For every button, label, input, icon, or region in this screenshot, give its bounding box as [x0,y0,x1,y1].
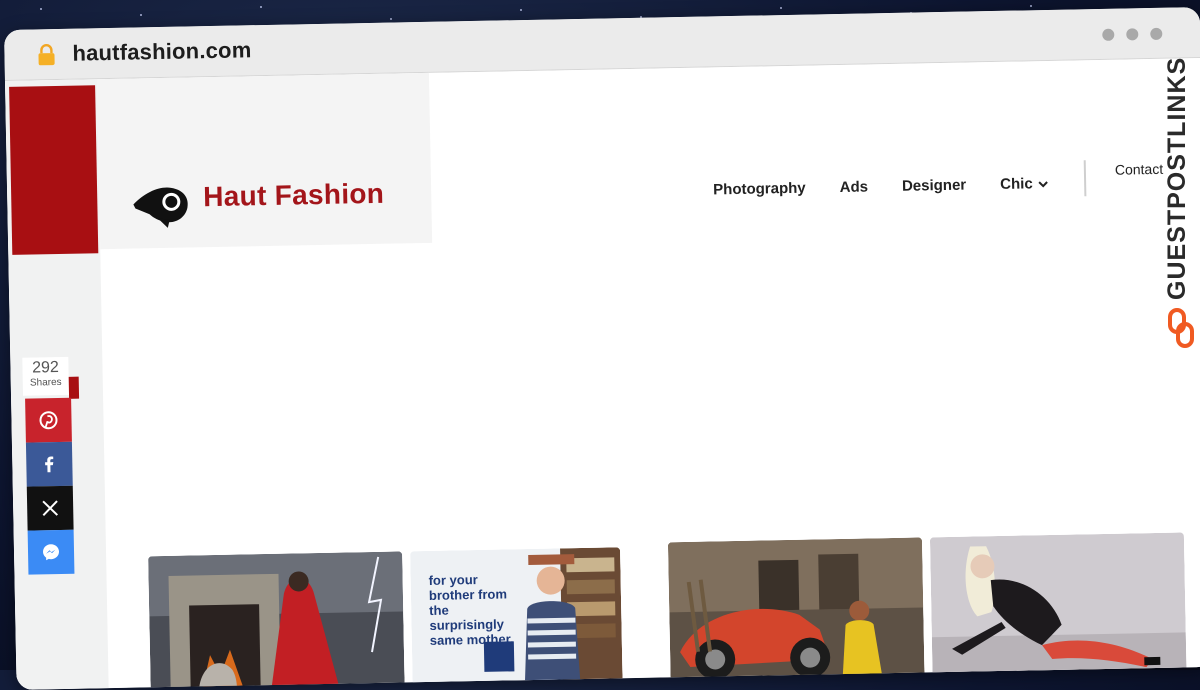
nav-item-label: Photography [713,179,806,199]
browser-window: hautfashion.com Haut Fashion Photography… [4,7,1200,690]
share-tag [68,376,80,399]
fireplace-photo [148,551,405,690]
brand-name[interactable]: Haut Fashion [203,178,385,213]
nav-item-chic[interactable]: Chic [1000,175,1049,193]
ad-headline: for your brother from the surprisingly s… [428,572,514,648]
nav-divider [1083,160,1087,197]
nav-item-label: Ads [839,178,869,196]
messenger-icon [43,544,60,561]
x-share-button[interactable] [26,485,74,531]
vintage-car-photo [667,537,925,683]
main-nav: Photography Ads Designer Chic [713,174,1083,198]
share-count-label: Shares [29,376,62,389]
window-dot[interactable] [1126,28,1139,41]
watermark-text: GUESTPOSTLINKS [1163,56,1191,300]
nav-item-designer[interactable]: Designer [902,177,967,195]
address-bar-url[interactable]: hautfashion.com [72,37,251,66]
gallery-photo[interactable] [667,537,925,683]
facebook-icon [45,456,54,473]
lock-icon [38,44,55,66]
chevron-down-icon [1037,180,1048,188]
messenger-share-button[interactable] [27,529,75,575]
pinterest-share-button[interactable] [25,397,72,443]
logo-icon[interactable] [131,177,196,230]
window-dot[interactable] [1150,27,1163,40]
nav-item-contact[interactable]: Contact [1115,161,1164,178]
chain-link-icon [1168,308,1194,348]
share-count: 292 [31,359,59,377]
pinterest-icon [39,411,58,430]
gallery-photo[interactable] [148,551,405,690]
nav-item-ads[interactable]: Ads [840,178,869,196]
x-icon [42,500,59,517]
share-count-box: 292 Shares [22,356,70,396]
red-accent-block [9,85,99,255]
web-page: Haut Fashion Photography Ads Designer Ch… [4,58,1200,690]
gallery-photo[interactable] [929,532,1187,678]
nav-item-photography[interactable]: Photography [713,180,806,199]
nav-item-label: Designer [901,176,967,195]
window-controls [1102,27,1163,41]
model-photo [929,532,1187,678]
window-dot[interactable] [1102,28,1115,41]
nav-item-label: Chic [1000,175,1033,193]
facebook-share-button[interactable] [25,441,73,487]
